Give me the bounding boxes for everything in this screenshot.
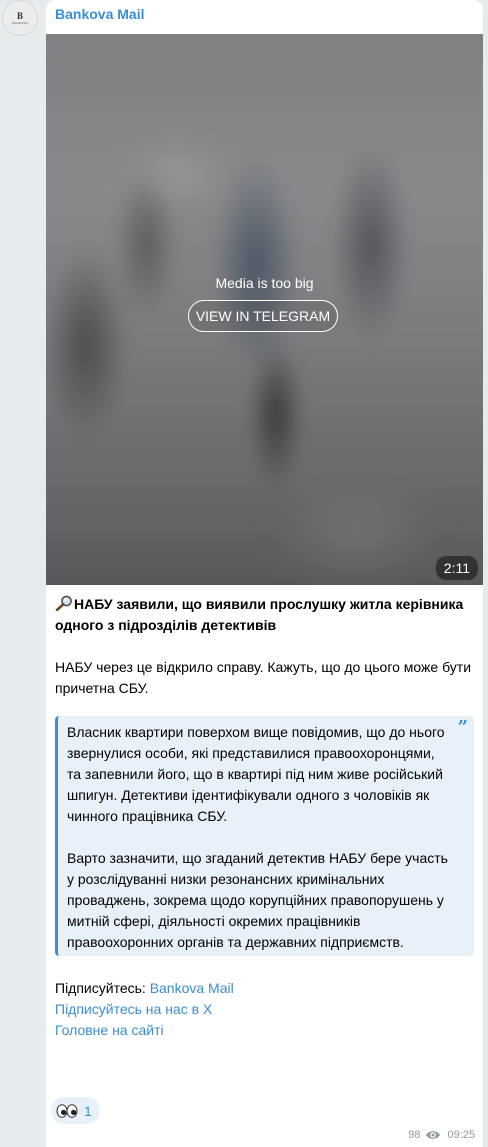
message-text: НАБУ заявили, що виявили прослушку житла… — [55, 594, 475, 1041]
subscribe-line: Підписуйтесь: Bankova Mail — [55, 978, 475, 999]
post-headline-text: НАБУ заявили, що виявили прослушку житла… — [55, 596, 464, 633]
views-eye-icon — [426, 1131, 441, 1139]
message-meta: 98 09:25 — [408, 1129, 475, 1141]
reaction-count: 1 — [84, 1102, 92, 1119]
quote-paragraph-1: Власник квартири поверхом вище повідомив… — [67, 724, 445, 824]
quote-paragraph-2: Варто зазначити, що згаданий детектив НА… — [67, 850, 448, 950]
post-links: Підписуйтесь: Bankova Mail Підписуйтесь … — [55, 978, 475, 1041]
quote-icon: ” — [457, 717, 468, 738]
video-duration: 2:11 — [435, 556, 478, 580]
message-time: 09:25 — [447, 1129, 475, 1141]
subscribe-prefix: Підписуйтесь: — [55, 980, 150, 996]
channel-avatar[interactable]: B BANKOVA — [2, 0, 38, 36]
avatar-letter: B — [16, 10, 23, 21]
eyes-icon — [56, 1103, 78, 1118]
x-link[interactable]: Підписуйтесь на нас в X — [55, 1001, 212, 1017]
post-headline: НАБУ заявили, що виявили прослушку житла… — [55, 594, 475, 636]
site-link[interactable]: Головне на сайті — [55, 1022, 164, 1038]
blockquote: ” Власник квартири поверхом вище повідом… — [55, 716, 474, 956]
view-in-telegram-button[interactable]: VIEW IN TELEGRAM — [188, 300, 338, 332]
channel-name[interactable]: Bankova Mail — [55, 6, 144, 22]
post-paragraph: НАБУ через це відкрило справу. Кажуть, щ… — [55, 659, 472, 696]
subscribe-link[interactable]: Bankova Mail — [150, 980, 234, 996]
reaction-eyes[interactable]: 1 — [51, 1097, 100, 1124]
message-bubble: Bankova Mail Media is too big VIEW IN TE… — [46, 0, 483, 1147]
magnifying-glass-icon — [55, 595, 72, 611]
avatar-caption: BANKOVA — [12, 20, 28, 25]
video-preview[interactable]: Media is too big VIEW IN TELEGRAM 2:11 — [46, 34, 483, 585]
view-count: 98 — [408, 1129, 421, 1141]
media-too-big-notice: Media is too big — [215, 275, 314, 291]
